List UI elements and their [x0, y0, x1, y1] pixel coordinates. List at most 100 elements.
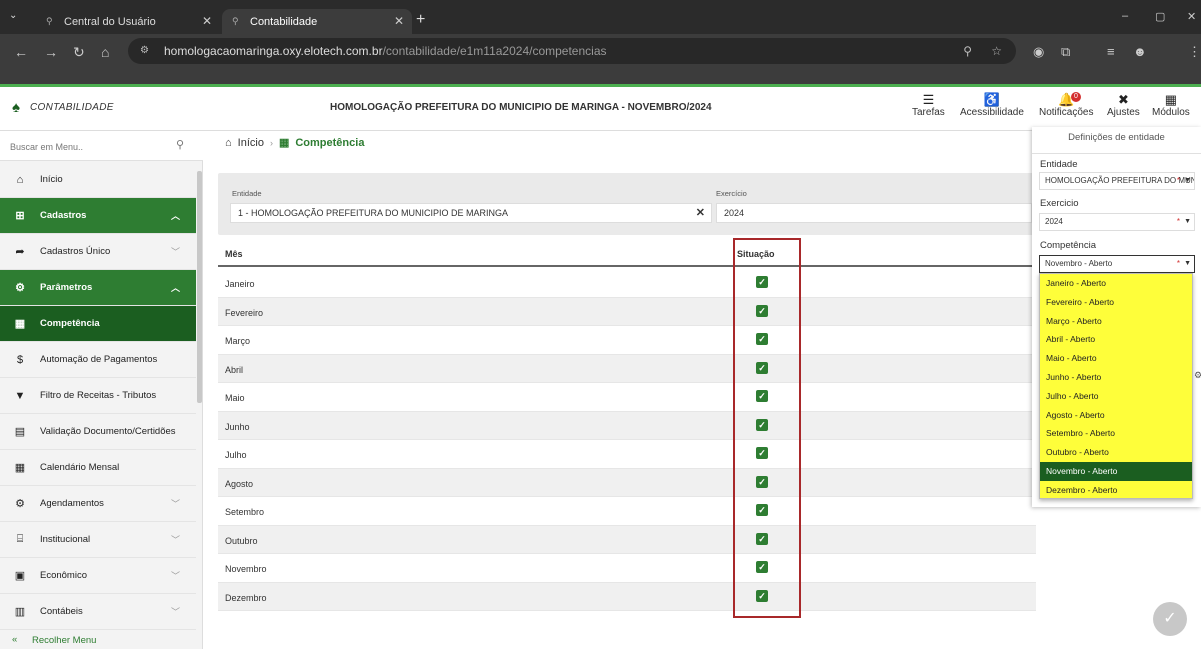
dropdown-option[interactable]: Junho - Aberto: [1040, 368, 1192, 387]
sidebar-item-contabeis[interactable]: ▥ Contábeis ﹀: [0, 594, 196, 630]
confirm-fab-button[interactable]: ✓: [1153, 602, 1187, 636]
dropdown-option[interactable]: Outubro - Aberto: [1040, 443, 1192, 462]
money-icon: ▣: [14, 570, 26, 582]
dropdown-option[interactable]: Fevereiro - Aberto: [1040, 293, 1192, 312]
reading-list-icon[interactable]: ≡: [1107, 44, 1115, 59]
site-info-icon[interactable]: ⚙: [140, 38, 149, 64]
sidebar-item-agendamentos[interactable]: ⚙ Agendamentos ﹀: [0, 486, 196, 522]
dropdown-option[interactable]: Setembro - Aberto: [1040, 424, 1192, 443]
sidebar-item-label: Validação Documento/Certidões: [40, 426, 176, 437]
clear-icon[interactable]: ✕: [696, 204, 705, 222]
back-icon[interactable]: ←: [14, 44, 28, 60]
sidebar-item-filtro-receitas[interactable]: ▼ Filtro de Receitas - Tributos: [0, 378, 196, 414]
extension-icon[interactable]: ◉: [1033, 44, 1044, 60]
dropdown-option[interactable]: Julho - Aberto: [1040, 387, 1192, 406]
settings-side-icon[interactable]: ⚙: [1194, 370, 1201, 381]
ajustes-button[interactable]: ✖ Ajustes: [1107, 93, 1140, 119]
dropdown-option[interactable]: Dezembro - Aberto: [1040, 481, 1192, 500]
url-host: homologacaomaringa.oxy.elotech.com.br: [164, 44, 383, 58]
situacao-checkbox[interactable]: ✓: [756, 333, 768, 345]
table-row: Março ✓: [218, 326, 1036, 355]
table-row: Abril ✓: [218, 354, 1036, 383]
acessibilidade-button[interactable]: ♿ Acessibilidade: [960, 93, 1024, 119]
notificacoes-button[interactable]: 🔔 Notificações: [1039, 93, 1093, 119]
tab-search-icon[interactable]: ⌄: [9, 10, 17, 21]
close-tab-icon[interactable]: ✕: [202, 14, 212, 28]
filter-icon: ▼: [14, 389, 26, 402]
table-row: Maio ✓: [218, 383, 1036, 412]
forward-icon[interactable]: →: [44, 44, 58, 60]
extensions-puzzle-icon[interactable]: ⧉: [1061, 44, 1070, 60]
modulos-button[interactable]: ▦ Módulos: [1152, 93, 1190, 119]
home-icon[interactable]: ⌂: [225, 137, 232, 149]
entidade-field[interactable]: 1 - HOMOLOGAÇÃO PREFEITURA DO MUNICIPIO …: [230, 203, 712, 223]
column-header-mes[interactable]: Mês: [225, 249, 243, 259]
tarefas-button[interactable]: ☰ Tarefas: [912, 93, 945, 119]
situacao-checkbox[interactable]: ✓: [756, 532, 768, 545]
sidebar-item-label: Cadastros: [40, 210, 87, 221]
sidebar-item-automacao-pagamentos[interactable]: $ Automação de Pagamentos: [0, 342, 196, 378]
reload-icon[interactable]: ↻: [73, 44, 85, 61]
breadcrumb-home[interactable]: Início: [238, 137, 264, 149]
bookmark-star-icon[interactable]: ☆: [991, 38, 1002, 64]
exercicio-field[interactable]: 2024: [716, 203, 1032, 223]
chevron-up-icon: ︿: [170, 211, 180, 221]
situacao-checkbox[interactable]: ✓: [756, 504, 768, 516]
minimize-icon[interactable]: –: [1122, 10, 1128, 22]
plus-square-icon: ⊞: [15, 210, 25, 222]
table-row: Junho ✓: [218, 411, 1036, 440]
sidebar-item-calendario-mensal[interactable]: ▦ Calendário Mensal: [0, 450, 196, 486]
close-tab-icon[interactable]: ✕: [394, 14, 404, 28]
sidebar-item-cadastros-unico[interactable]: ➦ Cadastros Único ﹀: [0, 234, 196, 270]
filter-panel: Entidade 1 - HOMOLOGAÇÃO PREFEITURA DO M…: [218, 173, 1036, 235]
entidade-select[interactable]: HOMOLOGAÇÃO PREFEITURA DO MUNICIPIO DE M…: [1039, 172, 1195, 190]
search-placeholder: Buscar em Menu..: [10, 142, 84, 152]
search-icon[interactable]: ⚲: [176, 138, 184, 151]
sidebar-item-competencia[interactable]: ▦ Competência: [0, 306, 196, 342]
close-window-icon[interactable]: ✕: [1187, 10, 1196, 23]
sidebar-item-parametros[interactable]: ⚙ Parâmetros ︿: [0, 270, 196, 306]
dropdown-option[interactable]: Agosto - Aberto: [1040, 406, 1192, 425]
zoom-icon[interactable]: ⚲: [963, 38, 972, 64]
dropdown-option[interactable]: Março - Aberto: [1040, 312, 1192, 331]
chevron-down-icon: ﹀: [170, 607, 180, 617]
sidebar-item-institucional[interactable]: ⌸ Institucional ﹀: [0, 522, 196, 558]
table-row: Setembro ✓: [218, 497, 1036, 526]
column-header-situacao[interactable]: Situação: [737, 249, 775, 259]
address-bar-area: ← → ↻ ⌂ ⚙ homologacaomaringa.oxy.elotech…: [0, 34, 1201, 86]
situacao-checkbox[interactable]: ✓: [756, 589, 768, 602]
profile-avatar-icon[interactable]: ☻: [1133, 44, 1147, 59]
situacao-checkbox[interactable]: ✓: [756, 276, 768, 288]
sidebar-item-validacao-documento[interactable]: ▤ Validação Documento/Certidões: [0, 414, 196, 450]
sidebar-item-cadastros[interactable]: ⊞ Cadastros ︿: [0, 198, 196, 234]
sidebar-item-inicio[interactable]: ⌂ Início: [0, 162, 196, 198]
dropdown-option-selected[interactable]: Novembro - Aberto: [1040, 462, 1192, 481]
dropdown-option[interactable]: Janeiro - Aberto: [1040, 274, 1192, 293]
home-browser-icon[interactable]: ⌂: [101, 44, 109, 60]
dropdown-option[interactable]: Maio - Aberto: [1040, 349, 1192, 368]
collapse-menu-button[interactable]: « Recolher Menu: [0, 631, 203, 649]
restore-icon[interactable]: ▢: [1155, 10, 1165, 23]
competencia-select[interactable]: Novembro - Aberto * ▼: [1039, 255, 1195, 273]
sidebar-scrollbar[interactable]: [197, 171, 202, 403]
situacao-checkbox[interactable]: ✓: [756, 390, 768, 402]
chevron-down-icon: ﹀: [170, 535, 180, 545]
sidebar-item-economico[interactable]: ▣ Econômico ﹀: [0, 558, 196, 594]
situacao-checkbox[interactable]: ✓: [756, 361, 768, 374]
calendar-icon: ▦: [278, 137, 290, 149]
home-icon: ⌂: [16, 173, 24, 186]
situacao-checkbox[interactable]: ✓: [756, 418, 768, 431]
situacao-checkbox[interactable]: ✓: [756, 475, 768, 488]
tab-central-usuario[interactable]: ⚲ Central do Usuário ✕: [36, 9, 220, 34]
menu-search-input[interactable]: Buscar em Menu.. ⚲: [0, 131, 203, 161]
situacao-checkbox[interactable]: ✓: [756, 447, 768, 459]
exercicio-select[interactable]: 2024 * ▼: [1039, 213, 1195, 231]
browser-menu-icon[interactable]: ⋮: [1188, 44, 1201, 60]
dropdown-option[interactable]: Abril - Aberto: [1040, 330, 1192, 349]
new-tab-icon[interactable]: +: [416, 11, 425, 29]
mes-cell: Junho: [225, 421, 250, 432]
situacao-checkbox[interactable]: ✓: [756, 561, 768, 573]
tab-contabilidade[interactable]: ⚲ Contabilidade ✕: [222, 9, 412, 34]
situacao-checkbox[interactable]: ✓: [756, 304, 768, 317]
url-input[interactable]: ⚙ homologacaomaringa.oxy.elotech.com.br/…: [128, 38, 1016, 64]
